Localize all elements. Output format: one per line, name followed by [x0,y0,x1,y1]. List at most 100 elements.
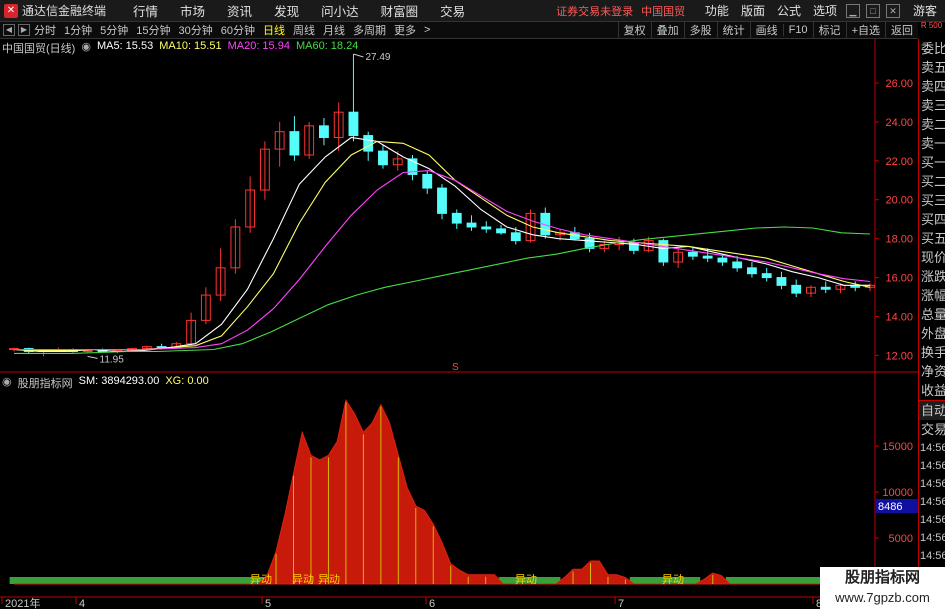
multi-stock-button[interactable]: 多股 [683,22,717,38]
ma10-line [13,140,871,352]
quote-label: 外盘 [921,326,945,341]
candle-body [82,350,93,353]
period-30min[interactable]: 30分钟 [175,22,217,38]
trade-status[interactable]: 证券交易未登录 [556,3,633,19]
restore-rights-button[interactable]: 复权 [617,22,651,38]
period-timeshare[interactable]: 分时 [30,22,60,38]
sm-area [14,398,870,585]
quote-label: 换手 [921,345,945,360]
mark-button[interactable]: 标记 [812,22,846,38]
chevron-right-icon[interactable]: > [420,24,434,36]
period-multi[interactable]: 多周期 [349,22,390,38]
menu-quotes[interactable]: 行情 [122,1,169,20]
base-band [62,577,72,584]
candle-body [378,150,388,166]
close-icon[interactable]: ✕ [885,3,900,18]
minimize-icon[interactable]: ▁ [845,3,860,18]
base-band [105,577,115,584]
period-60min[interactable]: 60分钟 [217,22,259,38]
base-band [795,577,805,584]
add-watchlist-button[interactable]: +自选 [845,22,885,38]
y-tick-label: 12.00 [885,350,913,362]
maximize-icon[interactable]: □ [865,3,880,18]
base-band [193,577,203,584]
stock-chart-title: 中国国贸(日线) [2,43,76,55]
quote-label: 卖三 [921,98,945,113]
x-tick-label: 4 [79,598,85,609]
sub-settings-icon[interactable]: ◉ [2,375,12,391]
legend-settings-icon[interactable]: ◉ [81,40,91,56]
base-band [743,577,753,584]
base-band [123,577,133,584]
app-logo-icon: ✕ [4,3,18,18]
menu-layout[interactable]: 版面 [735,2,771,19]
base-band [542,577,552,584]
period-daily[interactable]: 日线 [259,22,289,38]
statistics-button[interactable]: 统计 [716,22,750,38]
quote-label: 涨跌 [921,269,945,284]
period-more[interactable]: 更多 [390,22,420,38]
menu-news[interactable]: 资讯 [216,1,263,20]
base-band [9,577,19,584]
base-band [734,577,744,584]
base-band [18,577,28,584]
base-band [131,577,142,584]
y-tick-label: 14.00 [885,311,913,323]
xg-value: XG: 0.00 [165,375,209,387]
base-band [210,577,220,584]
y-tick-label: 16.00 [885,273,913,285]
signal-label: 异动 [292,573,314,586]
menu-wealth[interactable]: 财富圈 [370,1,430,20]
candle-body [437,187,447,214]
base-band [760,577,771,584]
kline-chart[interactable]: 27.4911.95S 异动 异动 异动 异动 异动 26.0024.0022.0020… [0,39,918,609]
current-value-label: 8486 [878,501,902,513]
period-5min[interactable]: 5分钟 [96,22,132,38]
prev-icon[interactable]: ◀ [3,24,15,36]
tick-time: 14:56 [920,496,945,508]
base-band [804,577,814,584]
guest-label[interactable]: 游客 [913,2,937,19]
candle-body [717,257,728,263]
candle-body [776,277,787,286]
tab-auto[interactable]: 自动 [919,401,945,420]
overlay-button[interactable]: 叠加 [650,22,684,38]
candle-body [510,232,521,242]
period-weekly[interactable]: 周线 [289,22,319,38]
menu-formula[interactable]: 公式 [771,2,807,19]
quote-label: 买二 [921,174,945,189]
x-tick-label: 6 [429,598,435,609]
candle-body [687,251,698,257]
base-band [79,577,89,584]
sm-value: SM: 3894293.00 [78,375,160,387]
watermark: 股朋指标网 www.7gpzb.com [820,567,945,609]
menu-ask[interactable]: 问小达 [310,1,370,20]
period-1min[interactable]: 1分钟 [60,22,96,38]
base-band [228,577,238,584]
menu-trade[interactable]: 交易 [429,1,476,20]
candle-body [732,261,743,269]
back-button[interactable]: 返回 [885,22,918,38]
period-15min[interactable]: 15分钟 [132,22,174,38]
tab-trade[interactable]: 交易 [919,420,945,439]
quote-panel: 委比 卖五 卖四 卖三 卖二 卖一 买一 买二 买三 买四 买五 现价 涨跌 涨幅 总量 外盘 换手 净资 收益 自… [918,39,945,609]
ma10-label: MA10: 15.51 [159,40,222,52]
menu-function[interactable]: 功能 [699,2,735,19]
base-band [114,577,124,584]
draw-line-button[interactable]: 画线 [749,22,783,38]
f10-button[interactable]: F10 [782,24,813,36]
next-icon[interactable]: ▶ [18,24,30,36]
menu-discover[interactable]: 发现 [263,1,310,20]
base-band [175,577,185,584]
period-toolbar: ◀ ▶ 分时 1分钟 5分钟 15分钟 30分钟 60分钟 日线 周线 月线 多… [0,22,918,39]
menu-options[interactable]: 选项 [807,2,843,19]
candle-body [363,135,374,152]
period-monthly[interactable]: 月线 [319,22,349,38]
base-band [27,577,37,584]
quote-label: 卖四 [921,79,945,94]
y-tick-label: 22.00 [885,156,913,168]
low-label: 11.95 [100,354,125,365]
menu-market[interactable]: 市场 [169,1,216,20]
ma20-label: MA20: 15.94 [227,40,290,52]
ma60-line [14,226,871,354]
